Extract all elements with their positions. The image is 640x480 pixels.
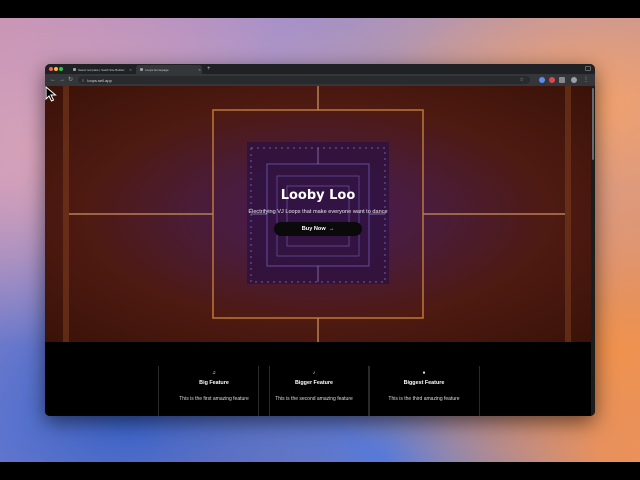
arrow-right-icon: → (328, 226, 335, 232)
browser-window: Select template | SaaS Site Builder × Lo… (45, 64, 595, 416)
bookmark-star-icon[interactable]: ☆ (520, 76, 524, 84)
feature-title: Biggest Feature (403, 380, 445, 386)
extension-icon[interactable] (549, 77, 555, 83)
forward-arrow-icon[interactable]: → (59, 76, 65, 84)
tab-select-template[interactable]: Select template | SaaS Site Builder × (69, 65, 133, 74)
music-notes-icon: ♫ (212, 370, 216, 376)
extensions-puzzle-icon[interactable] (559, 77, 565, 83)
feature-title: Big Feature (199, 380, 229, 386)
tab-strip: Select template | SaaS Site Builder × Lo… (45, 64, 595, 74)
close-window-button[interactable] (49, 67, 53, 71)
tab-title: Loops Homepage (145, 67, 169, 72)
plus-icon[interactable]: + (207, 65, 211, 73)
letterbox-top (0, 0, 640, 18)
extension-icon[interactable] (539, 77, 545, 83)
feature-description: This is the third amazing feature (388, 396, 460, 402)
close-icon[interactable]: × (128, 67, 133, 72)
tab-search-icon[interactable] (585, 66, 591, 71)
feature-card: ● Biggest Feature This is the third amaz… (368, 366, 480, 416)
tab-title: Select template | SaaS Site Builder (78, 67, 125, 72)
feature-card: ♪ Bigger Feature This is the second amaz… (258, 366, 370, 416)
dot-icon: ● (422, 370, 426, 376)
page-scrollbar[interactable] (591, 86, 595, 416)
reload-icon[interactable]: ↻ (68, 76, 73, 84)
scrollbar-thumb[interactable] (592, 88, 594, 160)
feature-title: Bigger Feature (294, 380, 334, 386)
screen: Select template | SaaS Site Builder × Lo… (0, 0, 640, 480)
profile-avatar-icon[interactable] (571, 77, 577, 83)
page-viewport: Looby Loo Electrifying VJ Loops that mak… (45, 86, 595, 416)
minimize-window-button[interactable] (54, 67, 58, 71)
address-bar[interactable]: ≡ loops.sell.app ☆ (78, 76, 530, 84)
features-section: ♫ Big Feature This is the first amazing … (45, 342, 591, 416)
url-text: loops.sell.app (87, 77, 112, 83)
maximize-window-button[interactable] (59, 67, 63, 71)
favicon-icon (73, 68, 76, 71)
feature-description: This is the first amazing feature (179, 396, 249, 402)
close-icon[interactable]: × (197, 67, 202, 72)
favicon-icon (140, 68, 143, 71)
hero-section: Looby Loo Electrifying VJ Loops that mak… (45, 86, 591, 342)
hero-subtitle: Electrifying VJ Loops that make everyone… (248, 209, 388, 215)
hero-title: Looby Loo (280, 188, 356, 203)
tab-loops-homepage[interactable]: Loops Homepage × (136, 65, 202, 74)
music-note-icon: ♪ (312, 370, 316, 376)
feature-card: ♫ Big Feature This is the first amazing … (158, 366, 270, 416)
buy-now-label: Buy Now (301, 226, 326, 232)
more-menu-icon[interactable]: ⋮ (583, 76, 589, 84)
back-arrow-icon[interactable]: ← (50, 76, 56, 84)
mouse-pointer-icon (45, 86, 57, 102)
site-info-icon[interactable]: ≡ (82, 78, 84, 83)
buy-now-button[interactable]: Buy Now → (274, 222, 362, 236)
feature-description: This is the second amazing feature (275, 396, 353, 402)
letterbox-bottom (0, 462, 640, 480)
browser-toolbar: ← → ↻ ≡ loops.sell.app ☆ ⋮ (45, 74, 595, 86)
